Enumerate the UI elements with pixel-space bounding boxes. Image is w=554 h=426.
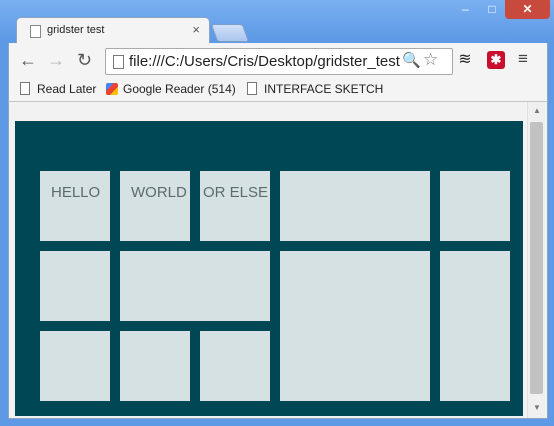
back-arrow-icon[interactable]: ← — [19, 50, 37, 71]
extension-layers-icon[interactable]: ≋ — [455, 50, 475, 70]
grid-widget[interactable] — [200, 331, 270, 401]
page-icon — [113, 55, 124, 69]
widget-label: HELLO — [51, 184, 101, 201]
bookmark-interface-sketch[interactable]: INTERFACE SKETCH — [247, 82, 383, 96]
page-icon — [30, 25, 41, 38]
grid-widget[interactable]: OR ELSE — [200, 171, 270, 241]
forward-arrow-icon[interactable]: → — [47, 50, 65, 71]
url-text[interactable]: file:///C:/Users/Cris/Desktop/gridster_t… — [129, 53, 401, 70]
page-icon — [20, 82, 30, 95]
gridster-container: HELLO WORLD OR ELSE — [15, 121, 523, 416]
grid-widget[interactable] — [440, 251, 510, 401]
bookmarks-bar: Read Later Google Reader (514) INTERFACE… — [8, 79, 548, 102]
page-icon — [247, 82, 257, 95]
extension-lastpass-icon[interactable]: ✱ — [487, 51, 505, 69]
minimize-button[interactable]: – — [452, 0, 479, 19]
grid-widget[interactable] — [120, 331, 190, 401]
bookmark-label: Read Later — [37, 82, 97, 96]
scroll-thumb[interactable] — [530, 122, 543, 394]
page-viewport: HELLO WORLD OR ELSE ▲ ▼ — [8, 102, 548, 419]
chrome-menu-icon[interactable]: ≡ — [518, 49, 528, 69]
browser-tab[interactable]: gridster test × — [16, 17, 210, 44]
google-reader-icon — [106, 83, 118, 95]
close-tab-icon[interactable]: × — [192, 22, 200, 37]
scroll-down-icon[interactable]: ▼ — [533, 403, 541, 412]
vertical-scrollbar[interactable]: ▲ ▼ — [527, 102, 545, 418]
bookmark-star-icon[interactable]: ☆ — [423, 50, 438, 70]
grid-widget[interactable] — [280, 171, 430, 241]
new-tab-button[interactable] — [210, 24, 250, 42]
browser-toolbar: ← → ↻ file:///C:/Users/Cris/Desktop/grid… — [8, 43, 548, 79]
grid-widget[interactable]: HELLO — [40, 171, 110, 241]
grid-widget[interactable] — [40, 331, 110, 401]
widget-label: OR ELSE — [203, 184, 269, 201]
tab-title: gridster test — [47, 24, 105, 36]
widget-label: WORLD — [131, 184, 187, 201]
grid-widget[interactable] — [280, 251, 430, 401]
maximize-button[interactable]: □ — [479, 0, 505, 19]
bookmark-label: Google Reader (514) — [123, 82, 236, 96]
grid-widget[interactable]: WORLD — [120, 171, 190, 241]
grid-widget[interactable] — [40, 251, 110, 321]
scroll-up-icon[interactable]: ▲ — [533, 106, 541, 115]
grid-widget[interactable] — [440, 171, 510, 241]
grid-widget[interactable] — [120, 251, 270, 321]
bookmark-label: INTERFACE SKETCH — [264, 82, 384, 96]
reload-icon[interactable]: ↻ — [77, 50, 92, 71]
close-window-button[interactable]: ✕ — [505, 0, 550, 19]
bookmark-google-reader[interactable]: Google Reader (514) — [106, 82, 236, 96]
address-bar[interactable]: file:///C:/Users/Cris/Desktop/gridster_t… — [105, 48, 453, 75]
search-icon[interactable]: 🔍 — [402, 51, 421, 69]
bookmark-read-later[interactable]: Read Later — [20, 82, 96, 96]
